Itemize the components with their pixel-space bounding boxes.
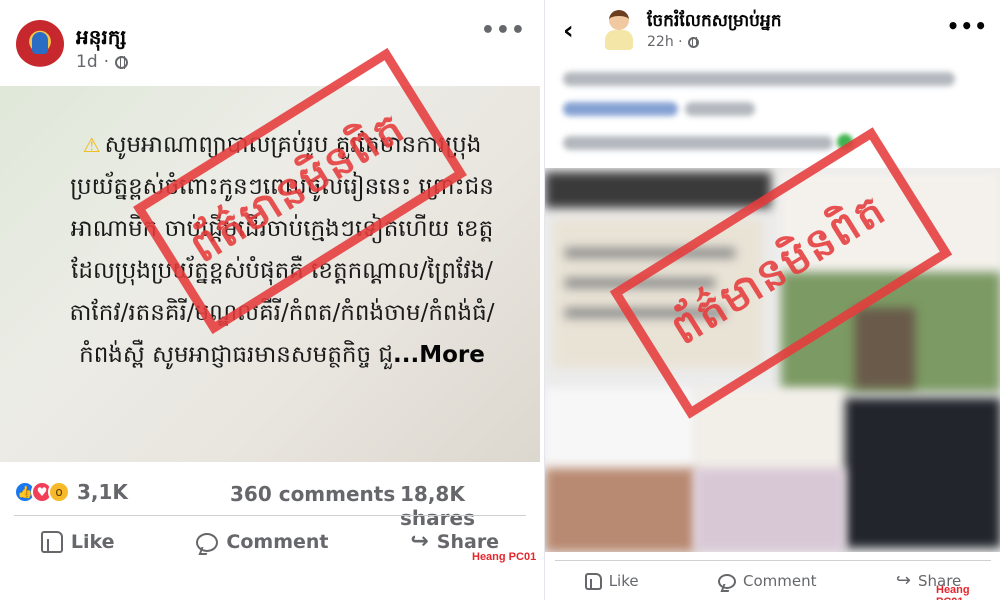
post-time-label[interactable]: 1d: [76, 52, 98, 72]
right-post: ‹ ចែករំលែកសម្រាប់អ្នក 22h · ••• ព័ត៌មានម…: [544, 0, 1000, 600]
divider: [14, 515, 526, 516]
see-more-link[interactable]: ...More: [393, 342, 485, 368]
reactions-summary[interactable]: 👍 ♥ o 3,1K: [14, 480, 128, 504]
image-credit: Heang PC01: [936, 584, 970, 600]
more-options-icon[interactable]: •••: [947, 14, 988, 38]
like-label: Like: [70, 531, 115, 553]
comment-label: Comment: [742, 572, 817, 590]
like-label: Like: [608, 572, 639, 590]
comment-icon: [196, 532, 219, 552]
page-avatar[interactable]: [16, 20, 64, 68]
share-icon: ↪: [410, 529, 429, 554]
globe-icon: [115, 55, 129, 69]
post-actions: Like Comment ↪ Share: [545, 564, 1000, 598]
reactions-count: 3,1K: [77, 480, 128, 504]
comment-button[interactable]: Comment: [717, 572, 817, 590]
post-time: 22h ·: [647, 34, 699, 50]
like-icon: [584, 572, 602, 590]
globe-icon: [687, 36, 699, 48]
left-post: អនុរក្ស 1d · ••• ⚠ សូមអាណាព្យាបាលគ្រប់រូប…: [0, 0, 540, 600]
comments-count[interactable]: 360 comments: [230, 482, 395, 506]
divider: [555, 560, 991, 561]
wow-reaction-icon: o: [48, 481, 70, 503]
comment-label: Comment: [226, 531, 329, 553]
post-actions: Like Comment ↪ Share: [0, 522, 540, 562]
more-options-icon[interactable]: •••: [481, 18, 526, 43]
page-name[interactable]: ចែករំលែកសម្រាប់អ្នក: [647, 10, 782, 35]
warning-icon: ⚠: [82, 133, 101, 157]
comment-button[interactable]: Comment: [196, 531, 329, 553]
like-button[interactable]: Like: [40, 531, 115, 553]
post-time: 1d ·: [76, 52, 129, 72]
like-button[interactable]: Like: [584, 572, 639, 590]
share-icon: ↪: [895, 570, 911, 591]
post-stats: 👍 ♥ o 3,1K 360 comments 18,8K shares: [0, 470, 540, 530]
post-header: អនុរក្ស 1d · •••: [0, 0, 540, 84]
page-avatar[interactable]: [601, 8, 637, 52]
page-name[interactable]: អនុរក្ស: [76, 24, 126, 54]
post-time-label[interactable]: 22h ·: [647, 34, 683, 50]
share-label: Share: [436, 531, 500, 553]
comment-icon: [717, 573, 736, 589]
image-credit: Heang PC01: [472, 551, 537, 563]
like-icon: [40, 531, 63, 553]
share-button[interactable]: ↪ Share: [410, 529, 500, 554]
back-icon[interactable]: ‹: [563, 16, 574, 46]
